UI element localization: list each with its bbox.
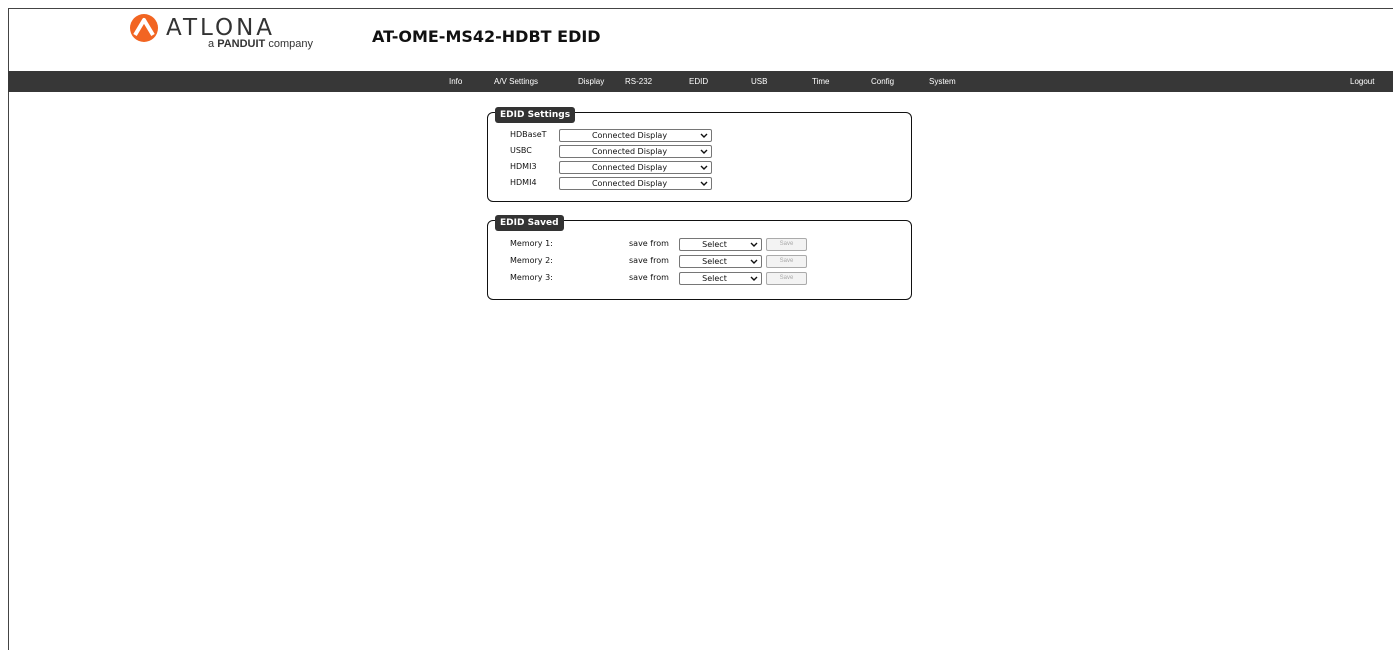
hdbaset-edid-value: Connected Display xyxy=(591,131,668,140)
nav-item-info[interactable]: Info xyxy=(449,71,462,92)
memory-1-label: Memory 1: xyxy=(510,239,553,248)
memory-1-save-button[interactable]: Save xyxy=(766,238,807,251)
memory-3-source-select[interactable]: Select xyxy=(679,272,762,285)
nav-item-system[interactable]: System xyxy=(929,71,956,92)
nav-item-display[interactable]: Display xyxy=(578,71,604,92)
nav-item-av-settings[interactable]: A/V Settings xyxy=(494,71,538,92)
hdbaset-edid-select[interactable]: Connected Display xyxy=(559,129,712,142)
memory-3-save-button[interactable]: Save xyxy=(766,272,807,285)
atlona-logo: ATLONA a PANDUIT company xyxy=(129,12,313,50)
chevron-down-icon xyxy=(700,181,708,186)
chevron-down-icon xyxy=(700,149,708,154)
hdmi4-edid-select[interactable]: Connected Display xyxy=(559,177,712,190)
memory-1-source-value: Select xyxy=(702,240,727,249)
edid-saved-panel: EDID Saved Memory 1: save from Select Sa… xyxy=(487,215,912,300)
chevron-down-icon xyxy=(750,276,758,281)
memory-2-save-from-label: save from xyxy=(629,256,669,265)
page-title: AT-OME-MS42-HDBT EDID xyxy=(372,27,601,46)
hdmi3-label: HDMI3 xyxy=(510,162,537,171)
memory-2-save-button[interactable]: Save xyxy=(766,255,807,268)
nav-item-usb[interactable]: USB xyxy=(751,71,767,92)
memory-3-save-from-label: save from xyxy=(629,273,669,282)
memory-1-source-select[interactable]: Select xyxy=(679,238,762,251)
usbc-edid-value: Connected Display xyxy=(591,147,668,156)
nav-item-time[interactable]: Time xyxy=(812,71,829,92)
usbc-edid-select[interactable]: Connected Display xyxy=(559,145,712,158)
edid-saved-legend: EDID Saved xyxy=(495,215,564,231)
logo-tagline: a PANDUIT company xyxy=(208,38,313,50)
memory-2-source-value: Select xyxy=(702,257,727,266)
memory-3-label: Memory 3: xyxy=(510,273,553,282)
chevron-down-icon xyxy=(700,165,708,170)
hdmi4-edid-value: Connected Display xyxy=(591,179,668,188)
atlona-chevron-logo-icon xyxy=(130,14,158,42)
nav-item-rs232[interactable]: RS-232 xyxy=(625,71,652,92)
memory-2-source-select[interactable]: Select xyxy=(679,255,762,268)
top-navbar: Info A/V Settings Display RS-232 EDID US… xyxy=(8,71,1393,92)
hdbaset-label: HDBaseT xyxy=(510,130,547,139)
chevron-down-icon xyxy=(750,242,758,247)
chevron-down-icon xyxy=(750,259,758,264)
hdmi3-edid-select[interactable]: Connected Display xyxy=(559,161,712,174)
nav-item-edid[interactable]: EDID xyxy=(689,71,708,92)
hdmi3-edid-value: Connected Display xyxy=(591,163,668,172)
page-frame xyxy=(8,8,1393,650)
memory-1-save-from-label: save from xyxy=(629,239,669,248)
edid-settings-legend: EDID Settings xyxy=(495,107,576,123)
memory-3-source-value: Select xyxy=(702,274,727,283)
memory-2-label: Memory 2: xyxy=(510,256,553,265)
hdmi4-label: HDMI4 xyxy=(510,178,537,187)
logout-link[interactable]: Logout xyxy=(1350,71,1374,92)
chevron-down-icon xyxy=(700,133,708,138)
edid-settings-panel: EDID Settings HDBaseT Connected Display … xyxy=(487,107,912,202)
nav-item-config[interactable]: Config xyxy=(871,71,894,92)
usbc-label: USBC xyxy=(510,146,532,155)
